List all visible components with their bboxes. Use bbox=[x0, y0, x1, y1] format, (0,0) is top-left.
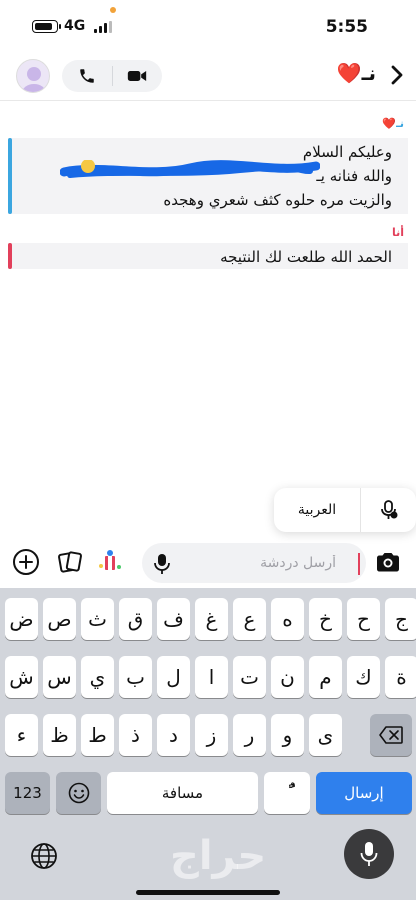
call-buttons bbox=[62, 60, 162, 92]
message-line: والزيت مره حلوه كثف شعري وهجده bbox=[163, 191, 392, 209]
voice-note-button[interactable] bbox=[154, 553, 170, 579]
chat-screen: 4G 5:55 نـ❤️ نـ❤️ وعليكم السلام والله فن… bbox=[0, 0, 416, 900]
keyboard: 123 مسافة ًٌ إرسال حراج ضصثقفغعهخحج شسيبل… bbox=[0, 588, 416, 900]
key-ح[interactable]: ح bbox=[347, 598, 380, 640]
emoji-key[interactable] bbox=[56, 772, 101, 814]
contact-name[interactable]: نـ❤️ bbox=[337, 61, 376, 85]
privacy-indicator bbox=[110, 7, 116, 13]
status-time: 5:55 bbox=[325, 17, 368, 37]
key-ل[interactable]: ل bbox=[157, 656, 190, 698]
video-camera-icon bbox=[128, 71, 147, 81]
key-خ[interactable]: خ bbox=[309, 598, 342, 640]
key-ص[interactable]: ص bbox=[43, 598, 76, 640]
key-ظ[interactable]: ظ bbox=[43, 714, 76, 756]
back-chevron-icon bbox=[391, 65, 403, 85]
chat-input-bar bbox=[0, 540, 416, 586]
redaction-scribble bbox=[60, 160, 320, 178]
message-me[interactable]: الحمد الله طلعت لك النتيجه bbox=[8, 243, 408, 269]
header-divider bbox=[0, 100, 416, 101]
message-accent-bar bbox=[8, 243, 12, 269]
sender-label-contact: نـ❤️ bbox=[382, 117, 404, 130]
space-key[interactable]: مسافة bbox=[107, 772, 258, 814]
send-key[interactable]: إرسال bbox=[316, 772, 412, 814]
message-line: الحمد الله طلعت لك النتيجه bbox=[220, 248, 392, 266]
avatar[interactable] bbox=[16, 59, 50, 93]
key-ه[interactable]: ه bbox=[271, 598, 304, 640]
gift-icon bbox=[99, 550, 121, 570]
text-cursor bbox=[358, 553, 360, 575]
key-س[interactable]: س bbox=[43, 656, 76, 698]
key-ذ[interactable]: ذ bbox=[119, 714, 152, 756]
sender-label-me: أنا bbox=[391, 226, 404, 239]
key-ع[interactable]: ع bbox=[233, 598, 266, 640]
cards-icon bbox=[58, 551, 82, 573]
key-ى[interactable]: ى bbox=[309, 714, 342, 756]
cards-button[interactable] bbox=[54, 546, 86, 578]
key-ي[interactable]: ي bbox=[81, 656, 114, 698]
emoji-icon bbox=[68, 782, 89, 804]
add-button[interactable] bbox=[10, 546, 42, 578]
key-غ[interactable]: غ bbox=[195, 598, 228, 640]
key-ك[interactable]: ك bbox=[347, 656, 380, 698]
key-ث[interactable]: ث bbox=[81, 598, 114, 640]
gift-button[interactable] bbox=[94, 546, 126, 578]
home-indicator bbox=[136, 890, 280, 895]
camera-icon bbox=[377, 553, 399, 572]
key-ة[interactable]: ة bbox=[385, 656, 416, 698]
chat-input[interactable] bbox=[186, 552, 336, 574]
key-ت[interactable]: ت bbox=[233, 656, 266, 698]
message-accent-bar bbox=[8, 138, 12, 214]
backspace-key[interactable] bbox=[370, 714, 412, 756]
globe-key[interactable] bbox=[30, 842, 58, 874]
backspace-icon bbox=[379, 726, 403, 744]
mic-icon bbox=[154, 554, 170, 574]
mic-settings-icon bbox=[380, 500, 397, 519]
key-ج[interactable]: ج bbox=[385, 598, 416, 640]
watermark: حراج bbox=[170, 833, 267, 879]
key-ب[interactable]: ب bbox=[119, 656, 152, 698]
chat-field[interactable] bbox=[142, 543, 366, 583]
phone-icon bbox=[80, 69, 94, 83]
key-ف[interactable]: ف bbox=[157, 598, 190, 640]
chat-header: نـ❤️ bbox=[0, 52, 416, 100]
key-و[interactable]: و bbox=[271, 714, 304, 756]
key-ء[interactable]: ء bbox=[5, 714, 38, 756]
add-icon bbox=[13, 549, 39, 575]
key-د[interactable]: د bbox=[157, 714, 190, 756]
battery-icon bbox=[32, 20, 61, 33]
key-ا[interactable]: ا bbox=[195, 656, 228, 698]
status-bar: 4G 5:55 bbox=[0, 0, 416, 52]
video-call-button[interactable] bbox=[113, 60, 163, 92]
voice-language-popover: العربية bbox=[274, 488, 416, 532]
signal-icon bbox=[94, 21, 112, 33]
mic-icon bbox=[360, 842, 378, 866]
mic-settings-button[interactable] bbox=[360, 488, 416, 532]
key-ز[interactable]: ز bbox=[195, 714, 228, 756]
globe-icon bbox=[31, 843, 57, 869]
voice-call-button[interactable] bbox=[62, 60, 112, 92]
camera-button[interactable] bbox=[372, 546, 404, 578]
key-ق[interactable]: ق bbox=[119, 598, 152, 640]
dictation-button[interactable] bbox=[344, 829, 394, 879]
back-button[interactable] bbox=[390, 64, 404, 90]
numbers-key[interactable]: 123 bbox=[5, 772, 50, 814]
key-ن[interactable]: ن bbox=[271, 656, 304, 698]
key-ط[interactable]: ط bbox=[81, 714, 114, 756]
key-م[interactable]: م bbox=[309, 656, 342, 698]
diacritic-key[interactable]: ًٌ bbox=[264, 772, 310, 814]
key-ر[interactable]: ر bbox=[233, 714, 266, 756]
key-ش[interactable]: ش bbox=[5, 656, 38, 698]
key-ض[interactable]: ض bbox=[5, 598, 38, 640]
network-type: 4G bbox=[64, 18, 86, 34]
language-option[interactable]: العربية bbox=[274, 488, 360, 532]
